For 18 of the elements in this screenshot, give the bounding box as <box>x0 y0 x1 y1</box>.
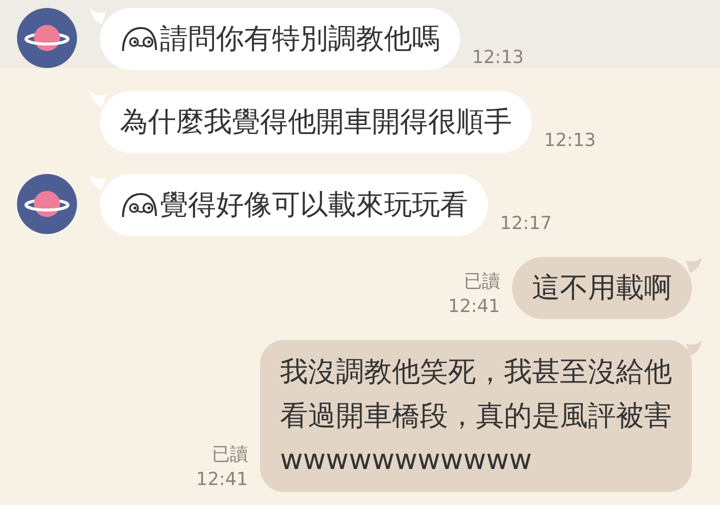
bubble-tail <box>90 174 106 190</box>
message-time: 12:17 <box>500 212 552 236</box>
message-time: 12:13 <box>544 129 596 153</box>
message-time: 12:41 <box>448 295 500 319</box>
message-text: 覺得好像可以載來玩玩看 <box>160 187 468 223</box>
bubble-tail <box>90 8 106 24</box>
message-time: 12:41 <box>196 468 248 492</box>
read-receipt: 已讀 <box>464 270 500 294</box>
message-time: 12:13 <box>472 46 524 70</box>
bubble-tail <box>686 257 702 273</box>
message-text: 我沒調教他笑死，我甚至沒給他 <box>280 354 672 390</box>
read-receipt: 已讀 <box>212 443 248 467</box>
message-text: 看過開車橋段，真的是風評被害 <box>280 398 672 434</box>
message-text: wwwwwwwwwww <box>280 442 533 478</box>
message-text: 為什麼我覺得他開車開得很順手 <box>120 104 512 140</box>
bubble-tail <box>90 91 106 107</box>
message-text: 請問你有特別調教他嗎 <box>160 21 440 57</box>
message-text: 這不用載啊 <box>532 270 672 306</box>
